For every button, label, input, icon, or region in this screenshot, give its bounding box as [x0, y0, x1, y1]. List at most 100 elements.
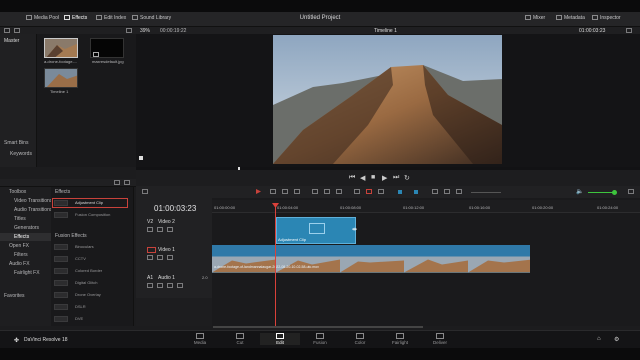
fusion-effect-item[interactable]: CCTV [53, 255, 127, 263]
zoom-detail-icon[interactable] [444, 189, 450, 194]
audio-transitions-category[interactable]: Audio Transitions [14, 207, 52, 213]
edit-page-icon [276, 333, 284, 339]
layout-icon[interactable] [142, 189, 148, 194]
edit-page-tab[interactable]: Edit [260, 333, 300, 345]
toolbox-category[interactable]: Toolbox [9, 189, 26, 195]
solo-icon[interactable] [167, 283, 173, 288]
effect-label: Drone Overlay [75, 292, 101, 297]
snapping-icon[interactable] [354, 189, 360, 194]
fairlight-page-icon [396, 333, 404, 339]
fairlight-fx-category[interactable]: Fairlight FX [14, 270, 40, 276]
reverse-icon[interactable]: ◀ [360, 174, 365, 182]
insert-clip-icon[interactable] [312, 189, 318, 194]
timeline-zoom-slider[interactable] [471, 192, 501, 193]
adjustment-clip-effect[interactable]: Adjustment Clip [52, 198, 128, 208]
lock-icon[interactable] [147, 227, 153, 232]
track-enable-icon[interactable] [167, 255, 173, 260]
inspector-button[interactable]: Inspector [592, 15, 621, 21]
search-icon[interactable] [114, 180, 120, 185]
keywords-bin[interactable]: Keywords [10, 151, 32, 157]
window-frame-bottom [0, 348, 640, 360]
viewer-frame[interactable] [273, 35, 502, 164]
filters-category[interactable]: Filters [14, 252, 28, 258]
mute-icon[interactable] [177, 283, 183, 288]
fusion-effect-item[interactable]: DSLR [53, 303, 127, 311]
speaker-icon[interactable]: 🔈 [576, 188, 583, 195]
image-thumbnail[interactable] [90, 38, 124, 58]
auto-select-icon[interactable] [157, 283, 163, 288]
zoom-custom-icon[interactable] [456, 189, 462, 194]
stop-icon[interactable]: ■ [371, 174, 375, 181]
cut-page-tab[interactable]: Cut [220, 333, 260, 345]
lock-icon[interactable] [147, 283, 153, 288]
audio-level-handle[interactable] [612, 190, 617, 195]
grid-view-icon[interactable] [4, 28, 10, 33]
video-transitions-category[interactable]: Video Transitions [14, 198, 52, 204]
viewer-mark-icon[interactable] [139, 156, 143, 160]
flag-icon[interactable] [398, 190, 402, 194]
generators-category[interactable]: Generators [14, 225, 39, 231]
list-view-icon[interactable] [14, 28, 20, 33]
timeline-thumbnail[interactable] [44, 68, 78, 88]
timeline-scrollbar[interactable] [213, 326, 423, 328]
fusion-effect-item[interactable]: Digital Glitch [53, 279, 127, 287]
deliver-page-tab[interactable]: Deliver [420, 333, 460, 345]
image-icon [93, 52, 99, 57]
drone-footage-thumbnail[interactable] [44, 38, 78, 58]
fusion-composition-effect[interactable]: Fusion Composition [53, 211, 127, 219]
page-label: Cut [236, 340, 244, 345]
fusion-effect-item[interactable]: DVE [53, 315, 127, 323]
track-name[interactable]: Audio 1 [158, 275, 175, 281]
effects-category-selected[interactable]: Effects [0, 233, 51, 241]
position-lock-icon[interactable] [378, 189, 384, 194]
ruler-tick-label: 01:00:16:00 [469, 205, 491, 210]
track-name[interactable]: Video 1 [158, 247, 175, 253]
fusion-effect-item[interactable]: Drone Overlay [53, 291, 127, 299]
fusion-effect-item[interactable]: Binoculars [53, 243, 127, 251]
go-to-end-icon[interactable]: ⏭ [393, 174, 399, 182]
master-bin[interactable]: Master [4, 38, 19, 44]
marker-icon[interactable] [414, 190, 418, 194]
options-icon[interactable] [126, 28, 132, 33]
open-fx-category[interactable]: Open FX [9, 243, 29, 249]
track-name[interactable]: Video 2 [158, 219, 175, 225]
fairlight-page-tab[interactable]: Fairlight [380, 333, 420, 345]
effect-label: Digital Glitch [75, 280, 98, 285]
track-enable-icon[interactable] [167, 227, 173, 232]
zoom-full-icon[interactable] [432, 189, 438, 194]
replace-clip-icon[interactable] [336, 189, 342, 194]
linked-selection-icon[interactable] [366, 189, 372, 194]
auto-select-icon[interactable] [157, 255, 163, 260]
dynamic-trim-icon[interactable] [282, 189, 288, 194]
viewer-options-icon[interactable] [626, 28, 632, 33]
fusion-effect-item[interactable]: Colored Border [53, 267, 127, 275]
lock-icon[interactable] [147, 255, 153, 260]
mixer-button[interactable]: Mixer [525, 15, 545, 21]
overwrite-clip-icon[interactable] [324, 189, 330, 194]
home-icon[interactable]: ⌂ [597, 336, 601, 342]
effect-label: CCTV [75, 256, 86, 261]
loop-icon[interactable]: ↻ [404, 174, 410, 182]
video-clip[interactable]: a-drone-footage-of-landmannalaugar-2022-… [212, 245, 530, 273]
options-icon[interactable] [124, 180, 130, 185]
color-page-icon [356, 333, 364, 339]
playhead[interactable] [275, 206, 276, 326]
metadata-button[interactable]: Metadata [556, 15, 585, 21]
color-page-tab[interactable]: Color [340, 333, 380, 345]
titles-category[interactable]: Titles [14, 216, 26, 222]
blade-tool-icon[interactable] [294, 189, 300, 194]
mixer-icon [525, 15, 531, 21]
media-page-tab[interactable]: Media [180, 333, 220, 345]
auto-select-icon[interactable] [157, 227, 163, 232]
go-to-start-icon[interactable]: ⏮ [349, 174, 355, 182]
fusion-page-tab[interactable]: Fusion [300, 333, 340, 345]
trim-tool-icon[interactable] [270, 189, 276, 194]
destination-control[interactable] [147, 247, 156, 253]
mixer-toggle-icon[interactable] [628, 189, 634, 194]
play-icon[interactable]: ▶ [382, 174, 387, 182]
adjustment-clip[interactable]: Adjustment Clip [276, 217, 356, 244]
settings-icon[interactable]: ⚙ [614, 336, 619, 343]
effect-thumbnail [54, 212, 68, 218]
selection-tool-icon[interactable] [256, 189, 261, 194]
audio-fx-category[interactable]: Audio FX [9, 261, 30, 267]
